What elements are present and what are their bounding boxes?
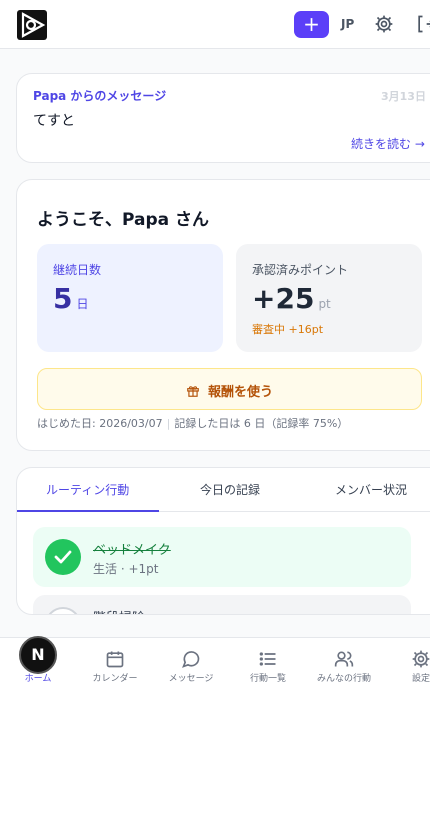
message-icon [182, 651, 200, 668]
streak-unit: 日 [76, 297, 89, 311]
language-switcher[interactable]: JP [341, 17, 354, 31]
nav-label-calendar: カレンダー [92, 674, 138, 684]
nav-item-settings[interactable]: 設定 [383, 638, 430, 694]
message-date: 3月13日 [381, 90, 426, 103]
logout-icon[interactable] [415, 14, 430, 34]
points-value: +25 [252, 282, 315, 315]
nav-label-message: メッセージ [168, 674, 214, 684]
main-content: Papa からのメッセージ 3月13日 てすと 続きを読む → ようこそ、Pap… [0, 49, 430, 637]
app-header: + JP [0, 0, 430, 49]
dev-badge[interactable]: N [19, 636, 57, 674]
settings-gear-icon[interactable] [374, 14, 394, 34]
message-sender: Papa からのメッセージ [33, 89, 167, 103]
routine-item[interactable]: 階段掃除 [33, 595, 411, 614]
nav-item-calendar[interactable]: カレンダー [77, 638, 153, 694]
read-more-link[interactable]: 続きを読む → [351, 135, 425, 152]
routine-item[interactable]: ベッドメイク 生活 · +1pt [33, 527, 411, 587]
users-icon [334, 651, 354, 667]
nav-label-actions: 行動一覧 [249, 674, 286, 684]
routine-tabs-card: ルーティン行動 今日の記録 メンバー状況 ベッドメイク 生活 · +1pt 階段… [16, 467, 430, 615]
points-unit: pt [318, 297, 331, 311]
routine-meta: 生活 · +1pt [93, 562, 159, 576]
nav-item-everyone[interactable]: みんなの行動 [306, 638, 382, 694]
points-value-row: +25 pt [252, 282, 331, 315]
start-date: はじめた日: 2026/03/07 [37, 417, 163, 430]
calendar-icon [106, 651, 124, 668]
routine-name: ベッドメイク [93, 543, 171, 558]
add-button[interactable]: + [294, 11, 329, 38]
nav-item-message[interactable]: メッセージ [153, 638, 229, 694]
tab-today-record[interactable]: 今日の記録 [200, 481, 260, 498]
points-stat: 承認済みポイント +25 pt 審査中 +16pt [236, 244, 422, 352]
streak-stat: 継続日数 5日 [37, 244, 223, 352]
gift-icon [187, 386, 199, 397]
app-logo-icon[interactable] [17, 10, 47, 40]
gear-icon [412, 650, 430, 668]
reward-button-content: 報酬を使う [186, 381, 273, 400]
welcome-card: ようこそ、Papa さん 継続日数 5日 承認済みポイント +25 pt 審査中 … [16, 179, 430, 451]
check-icon[interactable] [45, 539, 81, 575]
nav-label-settings: 設定 [411, 674, 430, 684]
list-icon [259, 652, 276, 666]
points-label: 承認済みポイント [252, 263, 349, 277]
nav-item-actions[interactable]: 行動一覧 [230, 638, 306, 694]
recorded-days: 記録した日は 6 日（記録率 75%） [174, 417, 349, 430]
nav-label-everyone: みんなの行動 [316, 674, 371, 684]
bottom-navigation: ホーム カレンダー メッセージ 行動一覧 みんなの行動 設定 [0, 637, 430, 693]
pending-points: 審査中 +16pt [252, 323, 324, 336]
tab-member-status[interactable]: メンバー状況 [335, 481, 407, 498]
welcome-title: ようこそ、Papa さん [37, 210, 210, 230]
routine-name: 階段掃除 [93, 607, 145, 614]
reward-button-label: 報酬を使う [207, 385, 273, 400]
streak-value: 5 [53, 282, 73, 315]
streak-label: 継続日数 [53, 263, 102, 277]
message-card[interactable]: Papa からのメッセージ 3月13日 てすと 続きを読む → [16, 73, 430, 163]
tab-routine[interactable]: ルーティン行動 [46, 481, 129, 498]
unchecked-circle-icon[interactable] [45, 607, 81, 614]
info-separator: | [166, 417, 171, 430]
active-tab-indicator [17, 510, 159, 512]
message-text: てすと [33, 113, 75, 129]
streak-value-row: 5日 [53, 282, 89, 315]
start-info: はじめた日: 2026/03/07 | 記録した日は 6 日（記録率 75%） [37, 415, 348, 431]
use-reward-button[interactable]: 報酬を使う [37, 368, 422, 410]
